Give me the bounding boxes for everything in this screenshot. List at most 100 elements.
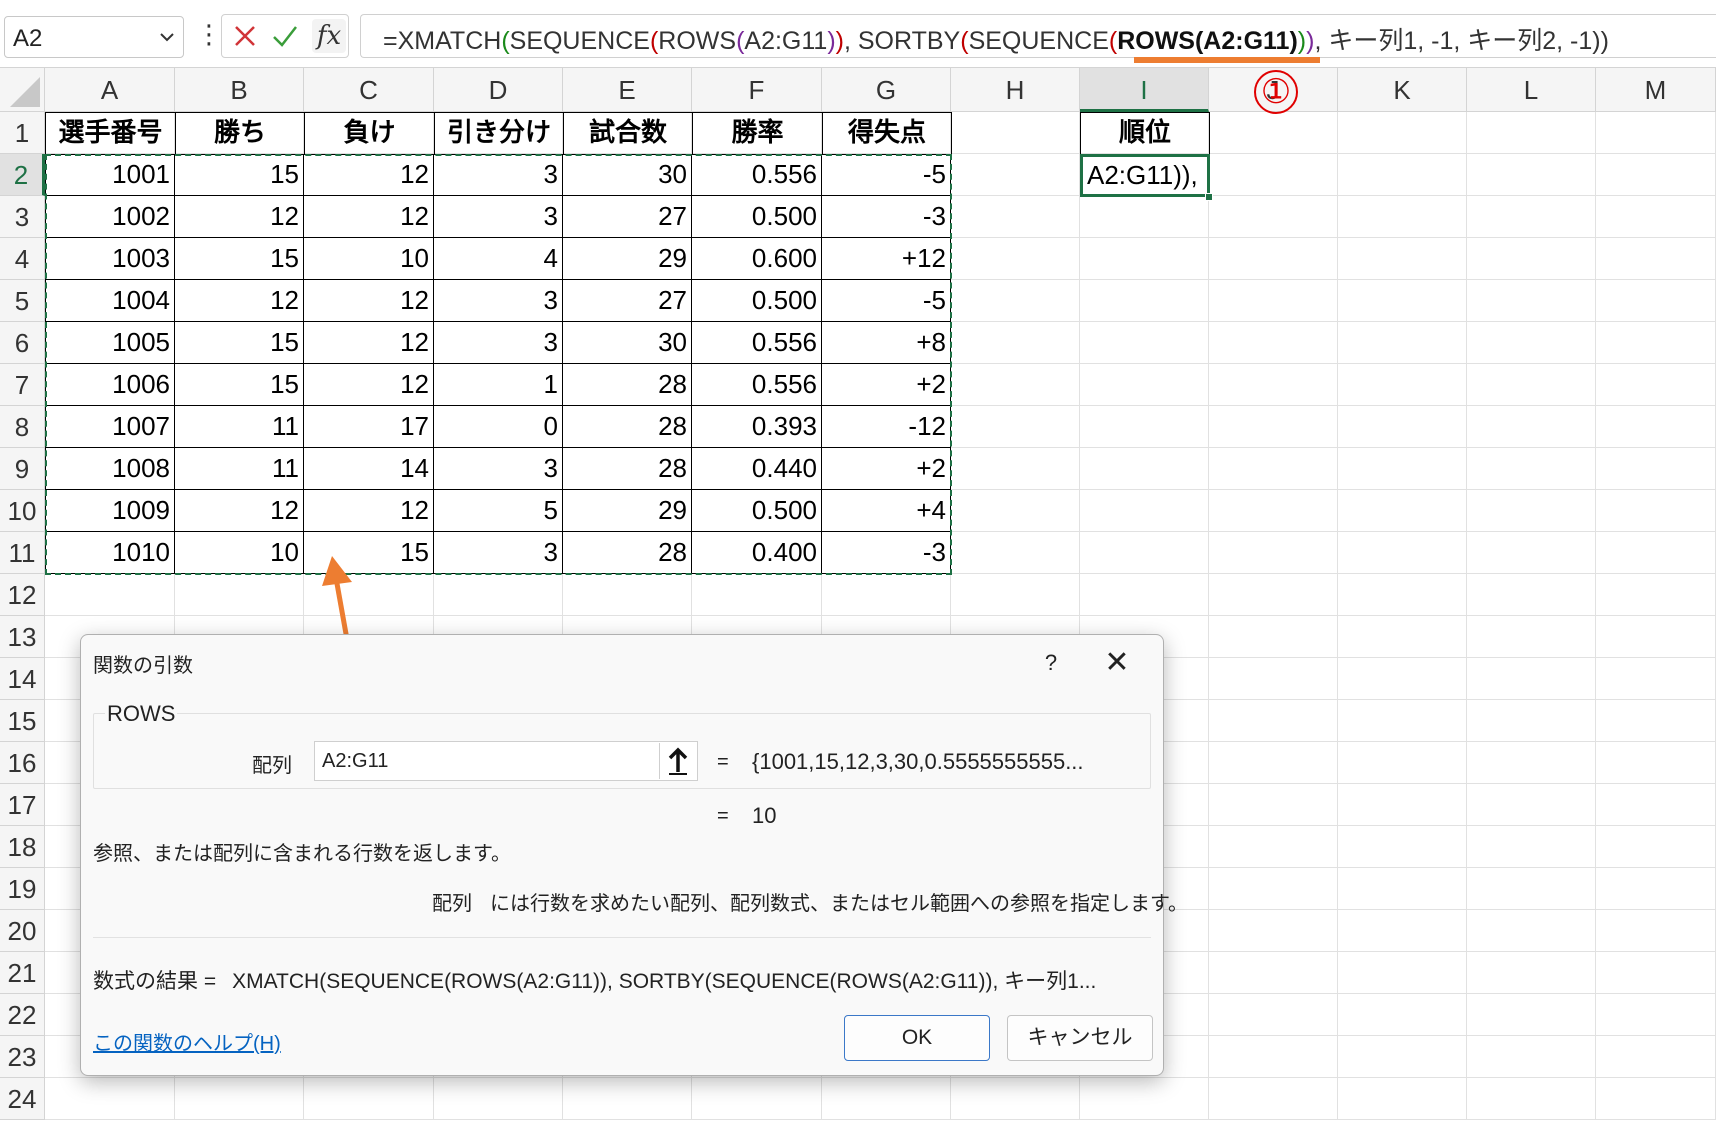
cell[interactable] [1596, 196, 1716, 238]
collapse-dialog-button[interactable] [659, 743, 696, 779]
column-header-e[interactable]: E [563, 68, 692, 112]
table-cell[interactable]: 1004 [45, 280, 175, 322]
row-header-12[interactable]: 12 [0, 574, 45, 616]
table-cell[interactable]: 1006 [45, 364, 175, 406]
table-cell[interactable]: 1007 [45, 406, 175, 448]
cell[interactable] [1338, 994, 1467, 1036]
cell[interactable] [304, 1078, 434, 1120]
cell[interactable] [1338, 742, 1467, 784]
cell[interactable] [1209, 532, 1338, 574]
cell[interactable] [434, 574, 563, 616]
row-header-14[interactable]: 14 [0, 658, 45, 700]
cell[interactable] [1596, 658, 1716, 700]
table-cell[interactable]: 5 [434, 490, 563, 532]
active-cell-editing[interactable]: A2:G11)), [1080, 154, 1210, 197]
table-cell[interactable]: 1001 [45, 154, 175, 196]
column-header-h[interactable]: H [951, 68, 1080, 112]
cell[interactable] [951, 364, 1080, 406]
cell[interactable] [951, 1078, 1080, 1120]
cell[interactable] [1467, 784, 1596, 826]
cell[interactable] [1080, 1078, 1209, 1120]
table-header-cell[interactable]: 引き分け [434, 112, 564, 155]
cell[interactable] [1338, 532, 1467, 574]
column-header-k[interactable]: K [1338, 68, 1467, 112]
cell[interactable] [1080, 490, 1209, 532]
cell[interactable] [951, 154, 1080, 196]
cell[interactable] [1596, 490, 1716, 532]
table-cell[interactable]: 12 [304, 154, 434, 196]
cell[interactable] [1596, 406, 1716, 448]
table-cell[interactable]: 12 [304, 364, 434, 406]
cell[interactable] [1209, 616, 1338, 658]
table-cell[interactable]: 12 [304, 196, 434, 238]
row-header-18[interactable]: 18 [0, 826, 45, 868]
cell[interactable] [1338, 700, 1467, 742]
cell[interactable] [1209, 154, 1338, 196]
row-header-22[interactable]: 22 [0, 994, 45, 1036]
cell[interactable] [1596, 238, 1716, 280]
table-header-cell[interactable]: 勝ち [175, 112, 305, 155]
row-header-6[interactable]: 6 [0, 322, 45, 364]
table-cell[interactable]: 0.556 [692, 364, 822, 406]
table-cell[interactable]: 3 [434, 322, 563, 364]
cell[interactable] [1080, 574, 1209, 616]
cell[interactable] [1596, 1036, 1716, 1078]
table-cell[interactable]: 10 [175, 532, 304, 574]
table-header-cell[interactable]: 選手番号 [45, 112, 176, 155]
table-cell[interactable]: -12 [822, 406, 951, 448]
cell[interactable] [1080, 280, 1209, 322]
cell[interactable] [1080, 448, 1209, 490]
cell[interactable] [1596, 952, 1716, 994]
cell[interactable] [1467, 532, 1596, 574]
cell[interactable] [1080, 364, 1209, 406]
cell[interactable] [1338, 574, 1467, 616]
cell[interactable] [1596, 280, 1716, 322]
row-header-7[interactable]: 7 [0, 364, 45, 406]
cell[interactable] [1596, 448, 1716, 490]
row-header-19[interactable]: 19 [0, 868, 45, 910]
cell[interactable] [692, 574, 822, 616]
table-cell[interactable]: 15 [175, 364, 304, 406]
column-header-a[interactable]: A [45, 68, 175, 112]
cell[interactable] [1467, 322, 1596, 364]
row-header-13[interactable]: 13 [0, 616, 45, 658]
cell[interactable] [1467, 868, 1596, 910]
table-cell[interactable]: 0.600 [692, 238, 822, 280]
row-header-2[interactable]: 2 [0, 154, 45, 196]
cell[interactable] [1467, 1036, 1596, 1078]
table-cell[interactable]: 28 [563, 532, 692, 574]
row-header-10[interactable]: 10 [0, 490, 45, 532]
cell[interactable] [1596, 616, 1716, 658]
cell[interactable] [1209, 826, 1338, 868]
close-button[interactable]: ✕ [1097, 643, 1137, 683]
table-header-cell[interactable]: 得失点 [822, 112, 952, 155]
cell[interactable] [1467, 280, 1596, 322]
cell[interactable] [951, 532, 1080, 574]
cell[interactable] [563, 574, 692, 616]
cell[interactable] [951, 196, 1080, 238]
cell[interactable] [1080, 238, 1209, 280]
table-cell[interactable]: 1010 [45, 532, 175, 574]
row-header-16[interactable]: 16 [0, 742, 45, 784]
cancel-button[interactable]: キャンセル [1007, 1015, 1153, 1061]
cell[interactable] [1467, 910, 1596, 952]
table-cell[interactable]: 11 [175, 448, 304, 490]
table-cell[interactable]: -5 [822, 154, 951, 196]
cell[interactable] [951, 322, 1080, 364]
name-box[interactable]: A2 [4, 16, 184, 58]
cell[interactable] [692, 1078, 822, 1120]
cell[interactable] [45, 574, 175, 616]
insert-function-button[interactable]: fx [312, 19, 346, 53]
cell[interactable] [1209, 490, 1338, 532]
cell[interactable] [1596, 826, 1716, 868]
table-cell[interactable]: 4 [434, 238, 563, 280]
cell[interactable] [1338, 616, 1467, 658]
table-cell[interactable]: 15 [175, 238, 304, 280]
table-cell[interactable]: 0 [434, 406, 563, 448]
column-header-c[interactable]: C [304, 68, 434, 112]
cell[interactable] [1080, 322, 1209, 364]
cell[interactable] [1338, 1036, 1467, 1078]
table-cell[interactable]: -3 [822, 196, 951, 238]
cell[interactable] [1338, 238, 1467, 280]
cell[interactable] [175, 574, 304, 616]
